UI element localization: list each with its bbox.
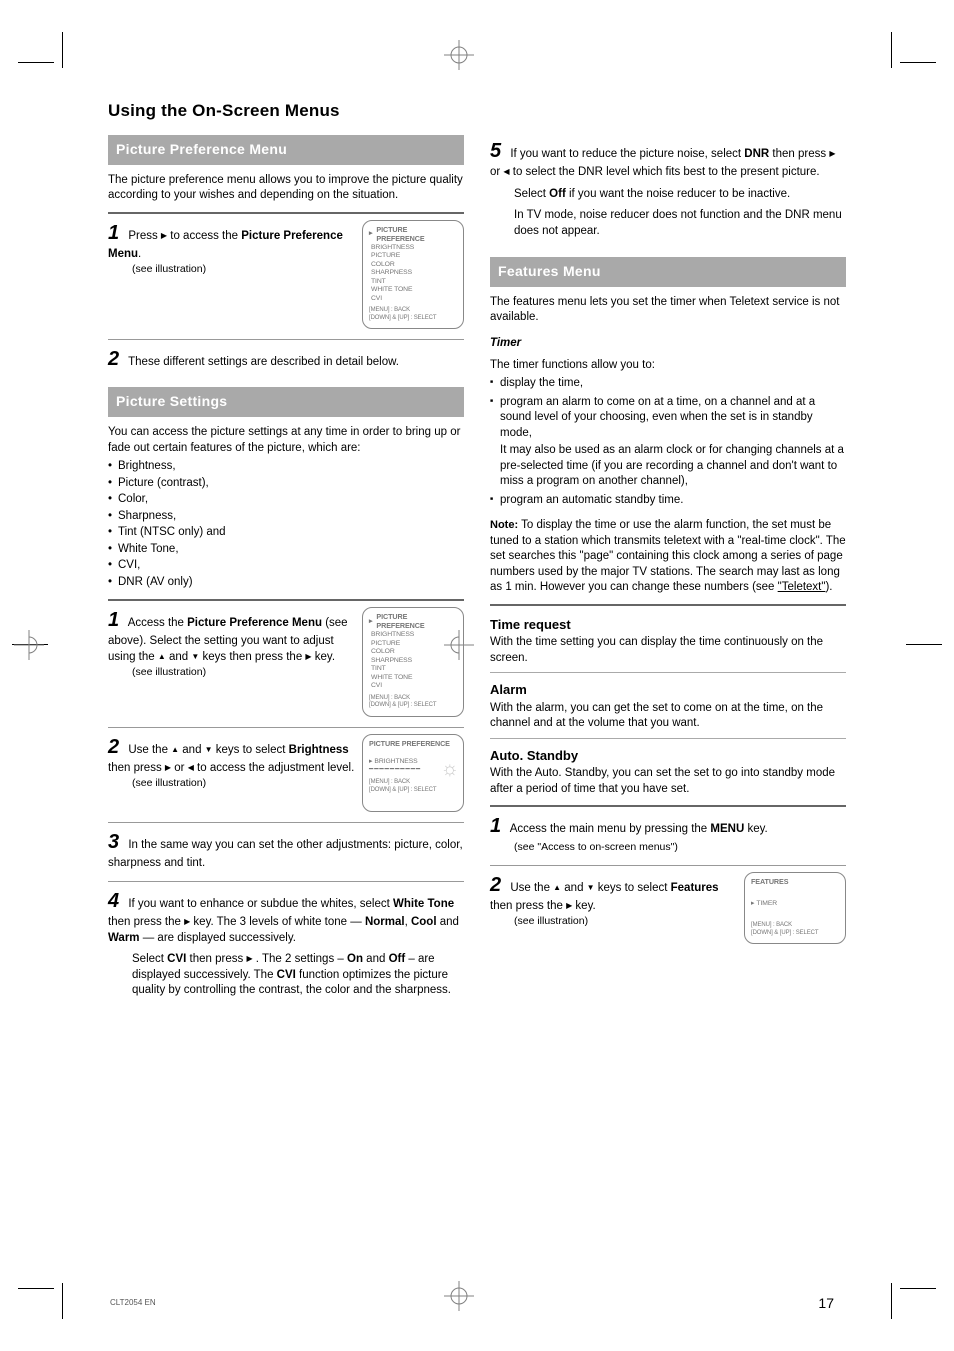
timer-intro: The timer functions allow you to: [490,358,846,374]
crop-mark [906,644,942,645]
features-step-2: 2 Use the ▲ and ▼ keys to select Feature… [490,872,846,945]
features-step-1: 1 Access the main menu by pressing the M… [490,813,846,854]
osd-screen-brightness: PICTURE PREFERENCE ☼ BRIGHTNESS ━━━━━━━━… [362,734,464,812]
page-number: 17 [818,1295,834,1311]
registration-mark-icon [444,1281,474,1311]
registration-mark-icon [14,630,44,660]
registration-mark-icon [444,40,474,70]
timer-feature-time: display the time, [490,376,846,392]
heading-alarm: Alarm [490,681,846,699]
settings-step-1: 1 Access the Picture Preference Menu (se… [108,607,464,716]
osd-screen-features: FEATURES TIMER [MENU] : BACK [DOWN] & [U… [744,872,846,945]
settings-step-3: 3 In the same way you can set the other … [108,829,464,872]
section-picture-settings: Picture Settings [108,387,464,417]
crop-mark [900,62,936,63]
brightness-icon: ☼ [441,757,457,782]
crop-mark [18,62,54,63]
timer-feature-standby: program an automatic standby time. [490,493,846,509]
right-column: 5 If you want to reduce the picture nois… [490,100,846,1240]
settings-list: Brightness, Picture (contrast), Color, S… [108,458,464,591]
time-request-text: With the time setting you can display th… [490,635,846,666]
crop-mark [900,1288,936,1289]
crop-mark [18,1288,54,1289]
timer-note: Note: To display the time or use the ala… [490,518,846,596]
section-intro: The picture preference menu allows you t… [108,173,464,204]
settings-step-2: 2 Use the ▲ and ▼ keys to select Brightn… [108,734,464,812]
step-1: 1 Press ▶ to access the Picture Preferen… [108,220,464,329]
see-illustration: (see illustration) [108,262,356,276]
timer-feature-alarm: program an alarm to come on at a time, o… [490,395,846,490]
subsection-timer: Timer [490,336,846,352]
crop-mark [62,1283,63,1319]
alarm-text: With the alarm, you can get the set to c… [490,701,846,732]
left-column: Using the On-Screen Menus Picture Prefer… [108,100,464,1240]
heading-time-request: Time request [490,616,846,634]
heading-auto-standby: Auto. Standby [490,747,846,765]
page-title: Using the On-Screen Menus [108,100,464,123]
features-intro: The features menu lets you set the timer… [490,295,846,326]
osd-screen-picture-pref-2: PICTURE PREFERENCE BRIGHTNESS PICTURE CO… [362,607,464,716]
settings-step-4: 4 If you want to enhance or subdue the w… [108,888,464,999]
footer-model: CLT2054 EN [110,1298,156,1307]
page-content: Using the On-Screen Menus Picture Prefer… [108,100,846,1240]
picture-settings-intro: You can access the picture settings at a… [108,425,464,456]
osd-screen-picture-pref: PICTURE PREFERENCE BRIGHTNESS PICTURE CO… [362,220,464,329]
section-picture-pref: Picture Preference Menu [108,135,464,165]
crop-mark [891,32,892,68]
crop-mark [62,32,63,68]
step-2: 2 These different settings are described… [108,346,464,373]
crop-mark [891,1283,892,1319]
settings-step-5: 5 If you want to reduce the picture nois… [490,138,846,239]
step-text: Press ▶ to access the Picture Preference… [108,230,343,260]
section-features: Features Menu [490,257,846,287]
auto-standby-text: With the Auto. Standby, you can set the … [490,766,846,797]
